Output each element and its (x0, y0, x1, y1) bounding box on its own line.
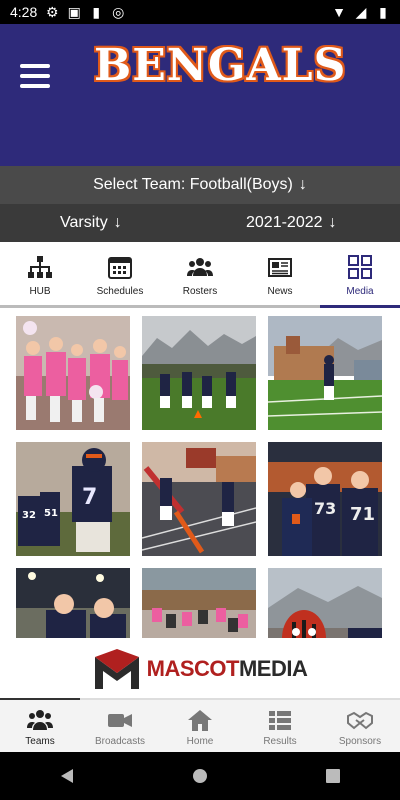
svg-text:71: 71 (350, 504, 375, 525)
media-photo[interactable] (142, 568, 256, 638)
svg-text:73: 73 (314, 499, 336, 518)
tab-schedules[interactable]: Schedules (80, 242, 160, 308)
mascot-media-text: MASCOTMEDIA (147, 656, 308, 682)
section-tabs: HUB Schedules Rosters News Media (0, 242, 400, 308)
sd-card-icon: ▮ (92, 3, 101, 20)
media-photo[interactable] (16, 568, 130, 638)
tab-hub[interactable]: HUB (0, 242, 80, 308)
mascot-media-text-dark: MEDIA (238, 656, 308, 681)
svg-text:7: 7 (82, 485, 97, 510)
tab-label: News (267, 286, 293, 297)
media-photo[interactable] (268, 316, 382, 430)
newspaper-icon (268, 258, 292, 277)
android-navigation-bar (0, 752, 400, 800)
status-bar: 4:28 ⚙ ▣ ▮ ◎ ▼ ◢ ▮ (0, 0, 400, 24)
menu-icon[interactable] (20, 64, 50, 88)
battery-icon: ▮ (379, 3, 387, 20)
season-dropdown[interactable]: 2021-2022 ↓ (246, 214, 337, 232)
nav-label: Broadcasts (94, 736, 146, 747)
level-value: Varsity (60, 214, 108, 231)
nav-label: Teams (25, 736, 55, 747)
people-icon (187, 258, 213, 276)
nav-broadcasts[interactable]: Broadcasts (80, 700, 160, 752)
team-logo: BENGALS (94, 40, 347, 91)
home-icon (188, 710, 212, 731)
tab-label: HUB (29, 286, 51, 297)
media-photo[interactable] (268, 568, 382, 638)
message-icon: ▣ (67, 3, 81, 20)
calendar-icon (108, 257, 132, 279)
nav-results[interactable]: Results (240, 700, 320, 752)
recents-icon[interactable] (324, 767, 342, 785)
chevron-down-icon: ↓ (113, 214, 122, 231)
video-icon (108, 714, 132, 727)
sync-icon: ◎ (112, 3, 125, 20)
season-value: 2021-2022 (246, 214, 323, 231)
nav-home[interactable]: Home (160, 700, 240, 752)
tab-label: Rosters (182, 286, 218, 297)
signal-icon: ◢ (355, 3, 367, 20)
nav-label: Home (186, 736, 214, 747)
chevron-down-icon: ↓ (298, 176, 307, 193)
media-photo[interactable] (142, 442, 256, 556)
status-time: 4:28 (10, 4, 38, 20)
svg-text:32: 32 (22, 510, 36, 521)
tab-news[interactable]: News (240, 242, 320, 308)
handshake-icon (347, 711, 373, 730)
nav-teams[interactable]: Teams (0, 700, 80, 752)
mascot-media-m-icon (94, 649, 139, 689)
nav-sponsors[interactable]: Sponsors (320, 700, 400, 752)
status-icons-left: ⚙ ▣ ▮ ◎ (45, 3, 125, 20)
tab-label: Schedules (96, 286, 144, 297)
back-icon[interactable] (58, 767, 76, 785)
sponsor-banner[interactable]: MASCOTMEDIA (0, 638, 400, 700)
mascot-media-text-red: MASCOT (146, 656, 240, 681)
level-dropdown[interactable]: Varsity ↓ (60, 214, 122, 232)
media-photo[interactable]: 73 71 (268, 442, 382, 556)
svg-text:51: 51 (44, 508, 58, 519)
app-header: BENGALS (0, 24, 400, 166)
tab-label: Media (346, 286, 374, 297)
home-circle-icon[interactable] (191, 767, 209, 785)
bottom-navigation: Teams Broadcasts Home Results Sponsors (0, 700, 400, 752)
list-icon (269, 711, 291, 730)
tab-rosters[interactable]: Rosters (160, 242, 240, 308)
nav-label: Sponsors (338, 736, 382, 747)
settings-icon: ⚙ (45, 3, 59, 20)
wifi-icon: ▼ (332, 4, 346, 20)
grid-icon (348, 255, 372, 279)
media-photo[interactable]: 7 32 51 (16, 442, 130, 556)
media-photo[interactable] (142, 316, 256, 430)
chevron-down-icon: ↓ (328, 214, 337, 231)
mascot-media-logo: MASCOTMEDIA (93, 647, 308, 691)
filter-bar: Varsity ↓ 2021-2022 ↓ (0, 204, 400, 242)
tab-media[interactable]: Media (320, 242, 400, 308)
teams-icon (27, 710, 53, 730)
team-selector[interactable]: Select Team: Football(Boys) ↓ (0, 166, 400, 204)
nav-label: Results (263, 736, 297, 747)
team-selector-label: Select Team: Football(Boys) (93, 176, 293, 193)
media-grid: 7 32 51 73 71 (0, 308, 400, 638)
status-icons-right: ▼ ◢ ▮ (332, 3, 390, 21)
hub-icon (28, 256, 52, 278)
media-photo[interactable] (16, 316, 130, 430)
